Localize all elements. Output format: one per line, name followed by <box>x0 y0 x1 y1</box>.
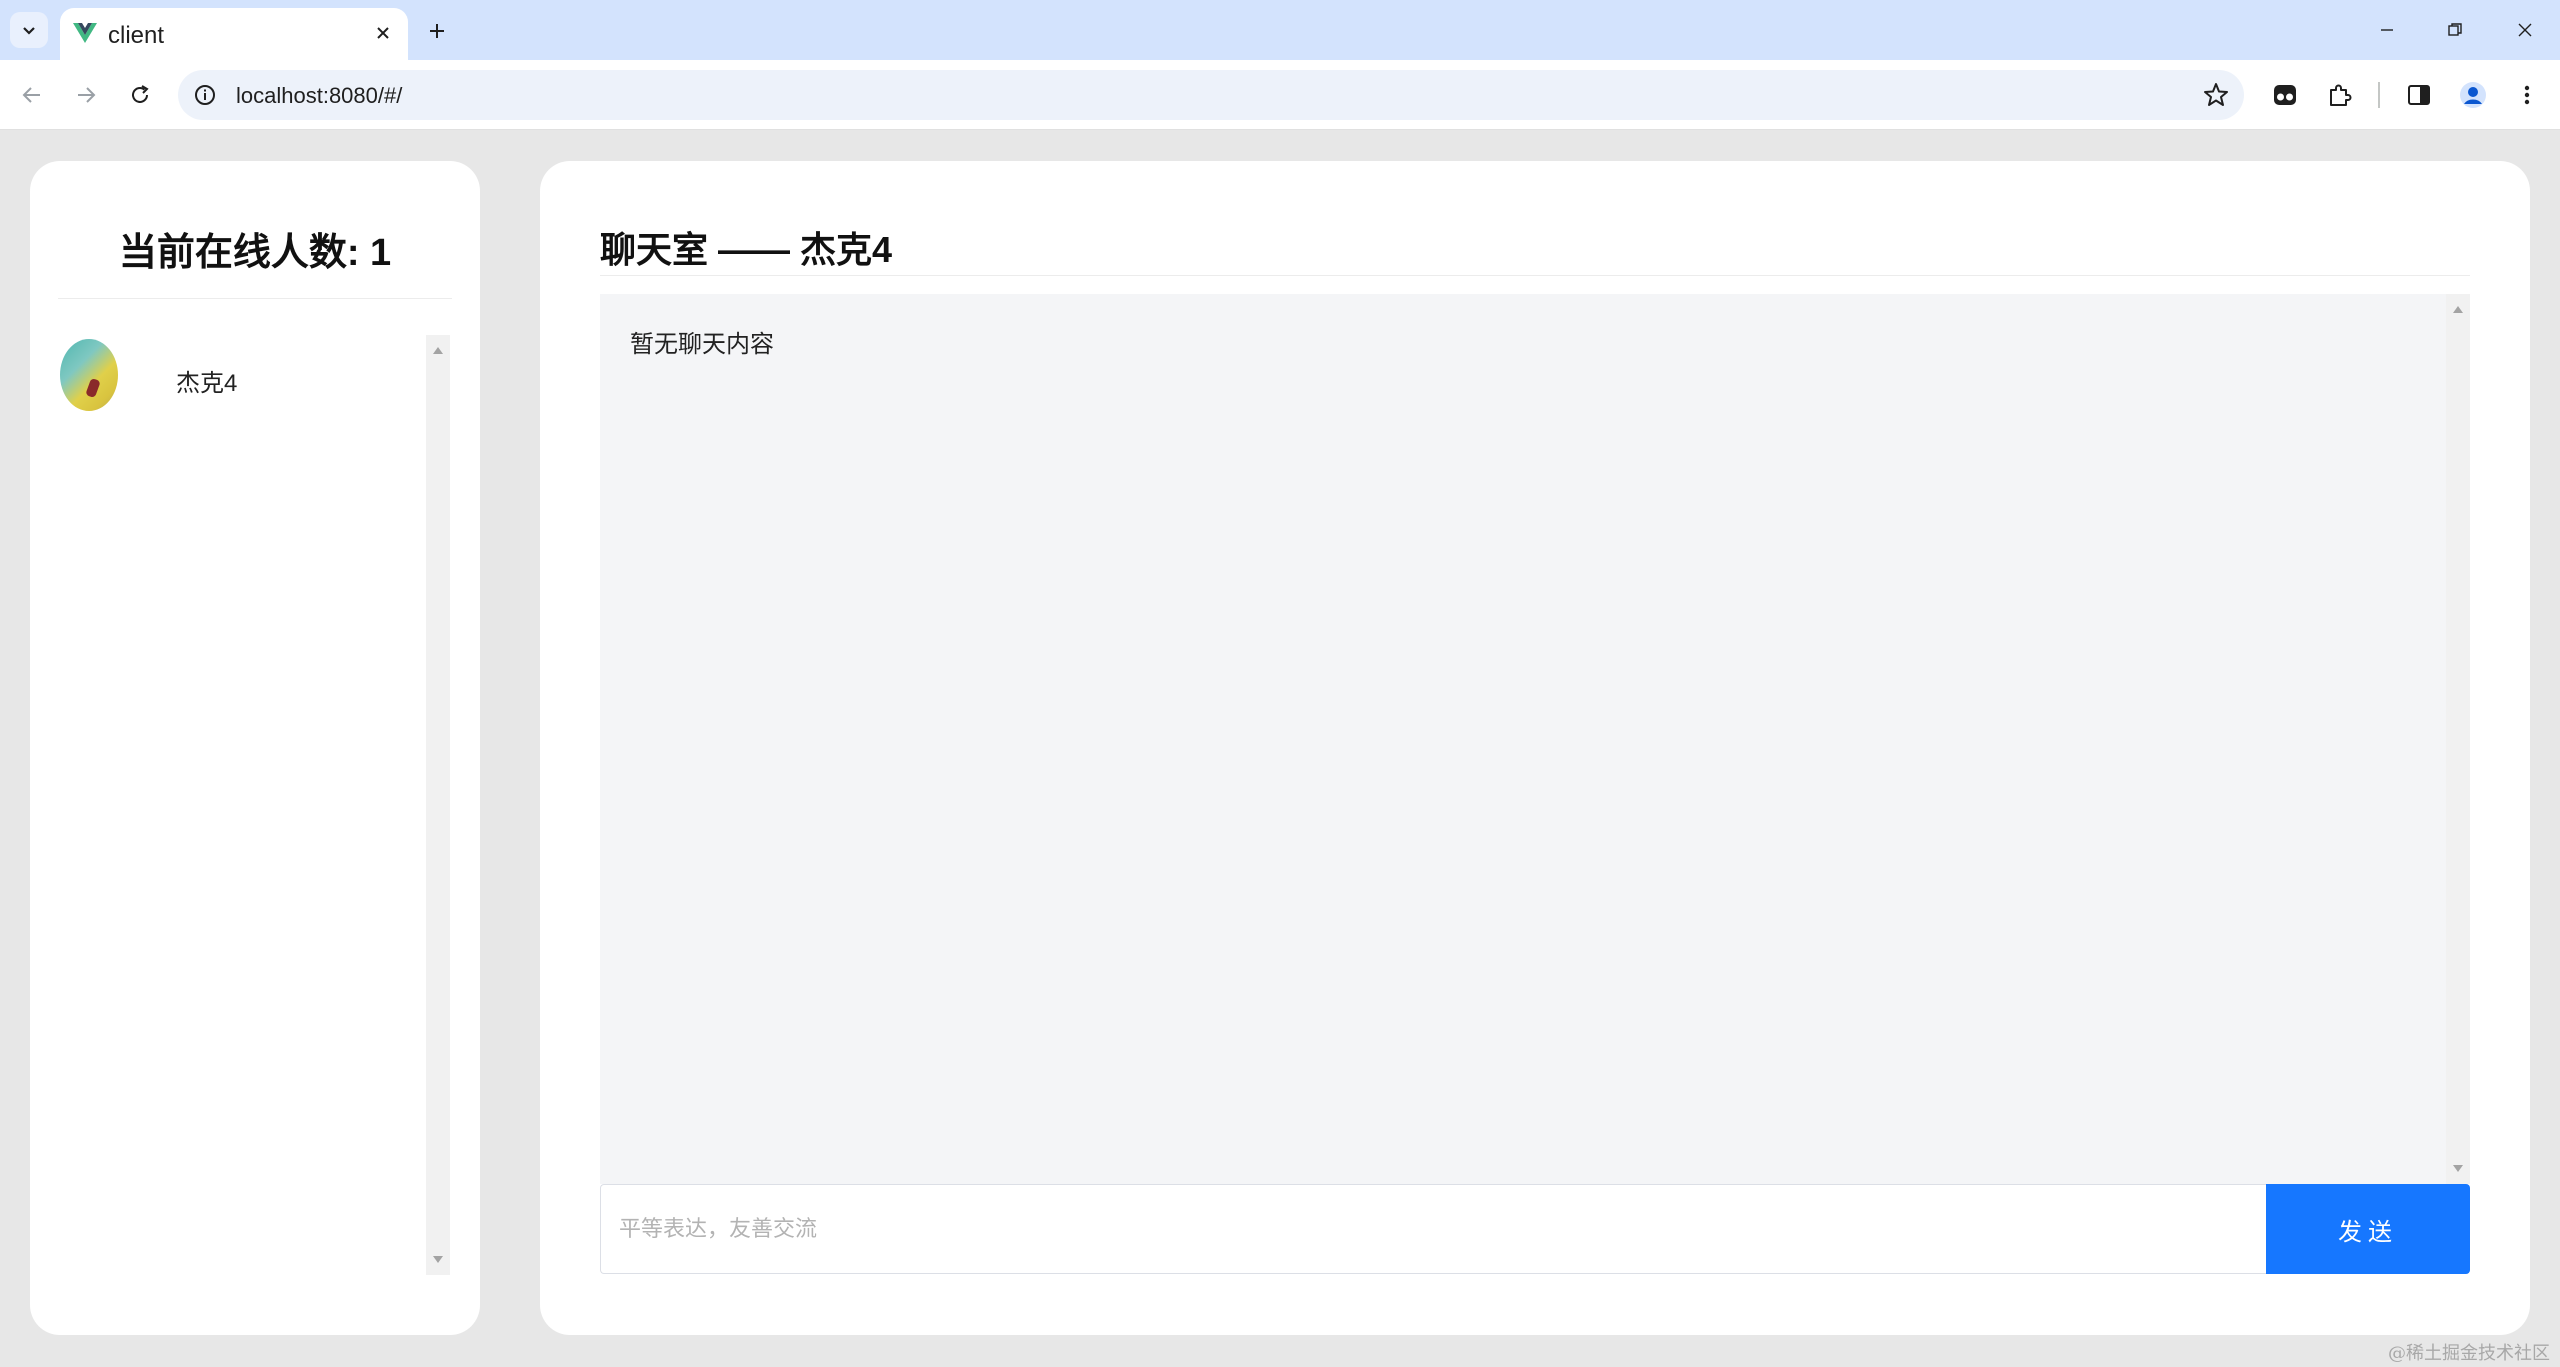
new-tab-button[interactable] <box>420 14 454 48</box>
close-icon <box>2518 23 2532 37</box>
watermark-text: @稀土掘金技术社区 <box>2388 1343 2550 1364</box>
online-users-panel: 当前在线人数: 1 杰克4 <box>30 161 480 1335</box>
user-list: 杰克4 <box>58 335 452 1275</box>
toolbar-separator <box>2378 82 2380 108</box>
tab-search-button[interactable] <box>10 12 48 48</box>
browser-tab[interactable]: client <box>60 8 408 60</box>
list-item[interactable]: 杰克4 <box>58 335 418 415</box>
minimize-icon <box>2381 29 2393 31</box>
user-name: 杰克4 <box>176 370 238 397</box>
browser-menu-button[interactable] <box>2510 78 2544 112</box>
extension-icon-button[interactable] <box>2268 78 2302 112</box>
message-input[interactable] <box>600 1184 2266 1274</box>
extensions-button[interactable] <box>2322 78 2356 112</box>
arrow-left-icon <box>22 87 40 103</box>
message-list-scrollbar[interactable] <box>2446 294 2470 1184</box>
divider <box>600 275 2470 276</box>
scroll-up-arrow-icon[interactable] <box>2453 306 2463 313</box>
close-window-button[interactable] <box>2500 10 2550 50</box>
divider <box>58 298 452 299</box>
online-count-title: 当前在线人数: 1 <box>118 232 392 274</box>
vue-logo-icon <box>73 23 97 43</box>
close-icon <box>377 27 389 39</box>
info-icon[interactable] <box>192 82 218 108</box>
restore-button[interactable] <box>2430 10 2480 50</box>
address-bar[interactable]: localhost:8080/#/ <box>178 70 2244 120</box>
puzzle-icon <box>2330 84 2352 106</box>
chevron-down-icon <box>23 27 35 35</box>
side-panel-button[interactable] <box>2402 78 2436 112</box>
reload-button[interactable] <box>120 75 160 115</box>
empty-message-text: 暂无聊天内容 <box>630 331 774 358</box>
profile-avatar-icon <box>2460 82 2486 108</box>
tampermonkey-icon <box>2274 85 2296 105</box>
forward-button[interactable] <box>66 75 106 115</box>
profile-button[interactable] <box>2456 78 2490 112</box>
chat-panel: 聊天室 —— 杰克4 暂无聊天内容 发送 <box>540 161 2530 1335</box>
reload-icon <box>132 85 149 103</box>
url-text[interactable]: localhost:8080/#/ <box>236 83 402 109</box>
chat-room-title: 聊天室 —— 杰克4 <box>600 229 893 270</box>
bookmark-star-icon[interactable] <box>2202 81 2230 109</box>
tab-close-button[interactable] <box>370 20 396 46</box>
message-input-row: 发送 <box>600 1184 2470 1274</box>
minimize-button[interactable] <box>2362 10 2412 50</box>
more-vert-icon <box>2524 85 2530 105</box>
avatar <box>60 339 118 411</box>
avatar-detail <box>85 377 101 399</box>
plus-icon <box>430 24 444 38</box>
send-button[interactable]: 发送 <box>2266 1184 2470 1274</box>
restore-icon <box>2448 23 2462 36</box>
tab-title: client <box>108 22 165 49</box>
scroll-up-arrow-icon[interactable] <box>433 347 443 354</box>
browser-tabstrip: client <box>0 0 2560 60</box>
message-list: 暂无聊天内容 <box>600 294 2470 1184</box>
arrow-right-icon <box>78 87 96 103</box>
back-button[interactable] <box>12 75 52 115</box>
side-panel-icon <box>2408 85 2430 105</box>
scroll-down-arrow-icon[interactable] <box>433 1256 443 1263</box>
page-viewport: 当前在线人数: 1 杰克4 聊天室 —— 杰克4 暂无聊天内容 平等表达，友善交… <box>0 131 2560 1367</box>
user-list-scrollbar[interactable] <box>426 335 450 1275</box>
scroll-down-arrow-icon[interactable] <box>2453 1165 2463 1172</box>
browser-toolbar: localhost:8080/#/ <box>0 60 2560 130</box>
